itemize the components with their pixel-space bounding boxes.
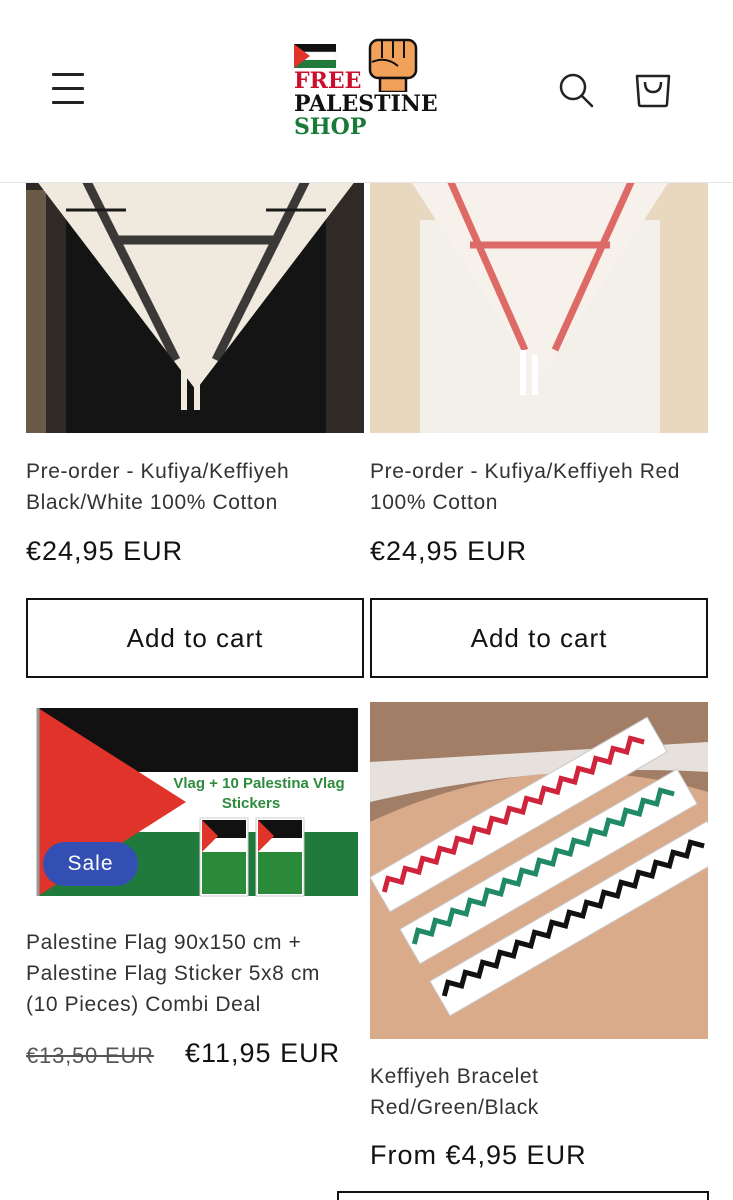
product-title[interactable]: Pre-order - Kufiya/Keffiyeh Red 100% Cot… xyxy=(370,456,710,518)
sale-badge: Sale xyxy=(43,842,138,886)
product-image[interactable] xyxy=(26,150,364,433)
product-price: From €4,95 EUR xyxy=(370,1140,587,1170)
add-to-cart-button[interactable]: Add to cart xyxy=(370,598,708,678)
product-price: €24,95 EUR xyxy=(26,536,184,566)
menu-icon[interactable] xyxy=(46,68,90,110)
image-caption-line2: Stickers xyxy=(222,795,280,812)
cart-icon[interactable] xyxy=(632,68,674,110)
product-title[interactable]: Keffiyeh Bracelet Red/Green/Black xyxy=(370,1061,630,1123)
site-header: FREE PALESTINE SHOP xyxy=(0,0,733,183)
logo-text: FREE PALESTINE SHOP xyxy=(294,68,438,140)
search-icon[interactable] xyxy=(556,70,596,110)
add-to-cart-button[interactable]: Add to cart xyxy=(26,598,364,678)
product-price-sale: €11,95 EUR xyxy=(185,1038,341,1068)
product-price-original: €13,50 EUR xyxy=(26,1043,154,1068)
product-price: €24,95 EUR xyxy=(370,536,528,566)
choose-options-button[interactable] xyxy=(337,1191,709,1200)
product-title[interactable]: Pre-order - Kufiya/Keffiyeh Black/White … xyxy=(26,456,346,518)
shop-logo[interactable]: FREE PALESTINE SHOP xyxy=(290,32,438,144)
product-image[interactable] xyxy=(370,150,708,433)
product-image[interactable] xyxy=(370,702,708,1039)
product-title[interactable]: Palestine Flag 90x150 cm + Palestine Fla… xyxy=(26,927,356,1020)
image-caption-line1: Vlag + 10 Palestina Vlag xyxy=(173,775,344,792)
